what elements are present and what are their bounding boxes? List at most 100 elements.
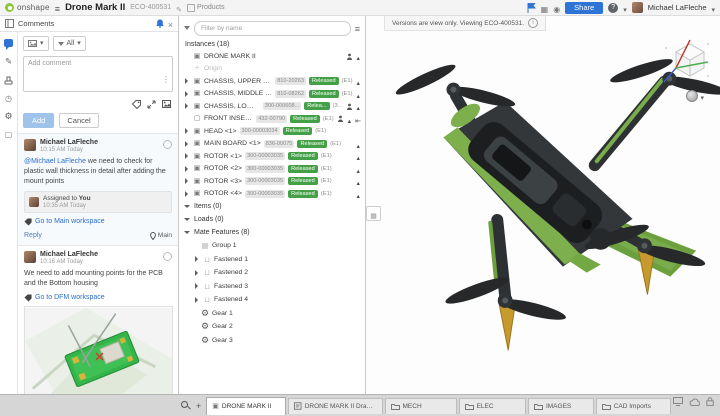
expand-chevron-icon[interactable]	[183, 103, 190, 109]
release-candidate-icon	[346, 103, 352, 110]
help-icon[interactable]: ?	[608, 2, 619, 13]
tree-row[interactable]: CHASSIS, UPPER <1> 810-20263 Released (E…	[179, 75, 365, 88]
expand-chevron-icon[interactable]	[183, 191, 190, 197]
section-loads[interactable]: Loads (0)	[179, 213, 365, 226]
view-cube[interactable]	[656, 30, 712, 86]
collapse-chevron-icon[interactable]	[183, 218, 191, 221]
expand-chevron-icon[interactable]	[193, 283, 200, 289]
instance-name: DRONE MARK II	[204, 52, 256, 60]
expand-chevron-icon[interactable]	[193, 256, 200, 262]
flag-icon[interactable]	[527, 2, 536, 13]
release-icon[interactable]	[4, 76, 13, 85]
tree-row[interactable]: ROTOR <2> 300-00003035 Released (E1)	[179, 163, 365, 176]
image-picker-button[interactable]	[23, 36, 49, 51]
expand-chevron-icon[interactable]	[193, 297, 200, 303]
menu-icon[interactable]	[55, 0, 60, 16]
bell-icon[interactable]	[155, 19, 164, 28]
tree-row[interactable]: MAIN BOARD <1> 836-00075 Released (E1)	[179, 138, 365, 151]
expand-chevron-icon[interactable]	[193, 270, 200, 276]
tree-row[interactable]: FRONT INSERT <1> 432-00790 Released (E1)	[179, 113, 365, 126]
share-button[interactable]: Share	[565, 1, 604, 14]
tree-row[interactable]: ROTOR <3> 300-00003035 Released (E1)	[179, 175, 365, 188]
mate-row[interactable]: Gear 2	[179, 320, 365, 334]
breadcrumb[interactable]: Products	[186, 3, 225, 12]
settings-icon[interactable]	[4, 112, 12, 121]
lock-icon[interactable]	[706, 397, 714, 406]
mate-row[interactable]: Fastened 1	[179, 253, 365, 267]
show-hidden-button[interactable]	[366, 206, 381, 221]
mate-row[interactable]: Gear 3	[179, 334, 365, 348]
expand-chevron-icon[interactable]	[183, 128, 190, 134]
attachment-thumbnail[interactable]	[24, 305, 173, 394]
picture-icon[interactable]	[162, 100, 171, 108]
view-options[interactable]	[686, 88, 704, 104]
user-avatar[interactable]	[631, 2, 643, 13]
tree-row[interactable]: ROTOR <1> 300-00003035 Released (E1)	[179, 150, 365, 163]
kebab-icon[interactable]	[162, 69, 170, 87]
help-caret-icon[interactable]	[623, 0, 627, 16]
tab-label: IMAGES	[545, 402, 572, 410]
link-pencil-icon[interactable]	[176, 0, 182, 16]
filter-by-name-input[interactable]	[194, 20, 351, 36]
expand-icon[interactable]	[147, 100, 156, 109]
grid-icon[interactable]	[5, 130, 13, 139]
mate-row[interactable]: Fastened 4	[179, 293, 365, 307]
resolve-checkbox[interactable]	[163, 140, 172, 149]
close-icon[interactable]	[168, 16, 173, 32]
user-caret-icon[interactable]	[711, 0, 715, 16]
reply-link[interactable]: Reply	[24, 232, 42, 239]
collapse-chevron-icon[interactable]	[183, 205, 191, 208]
mate-row[interactable]: Fastened 2	[179, 266, 365, 280]
list-options-icon[interactable]	[355, 20, 360, 36]
info-icon[interactable]: i	[528, 18, 538, 28]
tag-icon[interactable]	[132, 100, 141, 109]
expand-chevron-icon[interactable]	[183, 153, 190, 159]
mate-row[interactable]: Group 1	[179, 239, 365, 253]
resolve-checkbox[interactable]	[163, 251, 172, 261]
subassembly-icon	[193, 153, 201, 160]
mate-row[interactable]: Fastened 3	[179, 280, 365, 294]
edit-icon[interactable]: ✎	[5, 56, 12, 67]
comment-card[interactable]: Michael LaFleche 10:16 AM Today We need …	[18, 246, 178, 394]
revision-label: (E1)	[320, 153, 332, 160]
comment-card[interactable]: Michael LaFleche 10:15 AM Today @Michael…	[18, 134, 178, 246]
tree-row-root[interactable]: DRONE MARK II	[179, 50, 365, 63]
history-icon[interactable]	[5, 94, 12, 103]
tab-assembly[interactable]: DRONE MARK II	[206, 396, 287, 415]
tree-row[interactable]: HEAD <1> 300-00003034 Released (E1)	[179, 125, 365, 138]
cloud-icon[interactable]	[689, 398, 700, 406]
tab-folder-images[interactable]: IMAGES	[527, 397, 594, 414]
filter-all-dropdown[interactable]: All	[52, 36, 86, 51]
expand-chevron-icon[interactable]	[183, 91, 190, 97]
tab-folder-cad-imports[interactable]: CAD Imports	[595, 397, 671, 414]
search-icon[interactable]	[180, 400, 191, 411]
tree-row[interactable]: ROTOR <4> 300-00003035 Released (E1)	[179, 188, 365, 201]
tree-row-origin[interactable]: Origin	[179, 63, 365, 76]
expand-chevron-icon[interactable]	[183, 166, 190, 172]
mention-link[interactable]: @Michael LaFleche	[24, 158, 86, 165]
tab-drawing[interactable]: DRONE MARK II Drawin...	[288, 397, 383, 414]
expand-chevron-icon[interactable]	[183, 141, 190, 147]
tab-folder-elec[interactable]: ELEC	[458, 397, 526, 414]
3d-viewport[interactable]: Versions are view only. Viewing ECO-4005…	[366, 16, 720, 394]
mate-row[interactable]: Gear 1	[179, 307, 365, 321]
tree-row[interactable]: CHASSIS, MIDDLE <1> 810-08262 Released (…	[179, 88, 365, 101]
collapse-chevron-icon[interactable]	[183, 231, 191, 234]
add-button[interactable]: Add	[23, 113, 55, 128]
expand-chevron-icon[interactable]	[183, 178, 190, 184]
globe-icon[interactable]	[553, 0, 560, 16]
add-tab-button[interactable]: +	[193, 401, 204, 411]
workspace-link[interactable]: Go to DFM workspace	[24, 294, 172, 302]
tab-folder-mech[interactable]: MECH	[384, 397, 457, 414]
section-mate-features[interactable]: Mate Features (8)	[179, 226, 365, 239]
section-items[interactable]: Items (0)	[179, 200, 365, 213]
cancel-button[interactable]: Cancel	[59, 113, 99, 128]
add-comment-input[interactable]	[23, 56, 173, 92]
gear-mate-icon	[201, 322, 209, 331]
mate-name: Fastened 3	[214, 282, 249, 290]
comments-icon[interactable]	[4, 39, 13, 50]
apps-grid-icon[interactable]	[541, 0, 549, 16]
screen-icon[interactable]	[673, 397, 683, 406]
expand-chevron-icon[interactable]	[183, 78, 190, 84]
workspace-link[interactable]: Go to Main workspace	[24, 218, 172, 226]
